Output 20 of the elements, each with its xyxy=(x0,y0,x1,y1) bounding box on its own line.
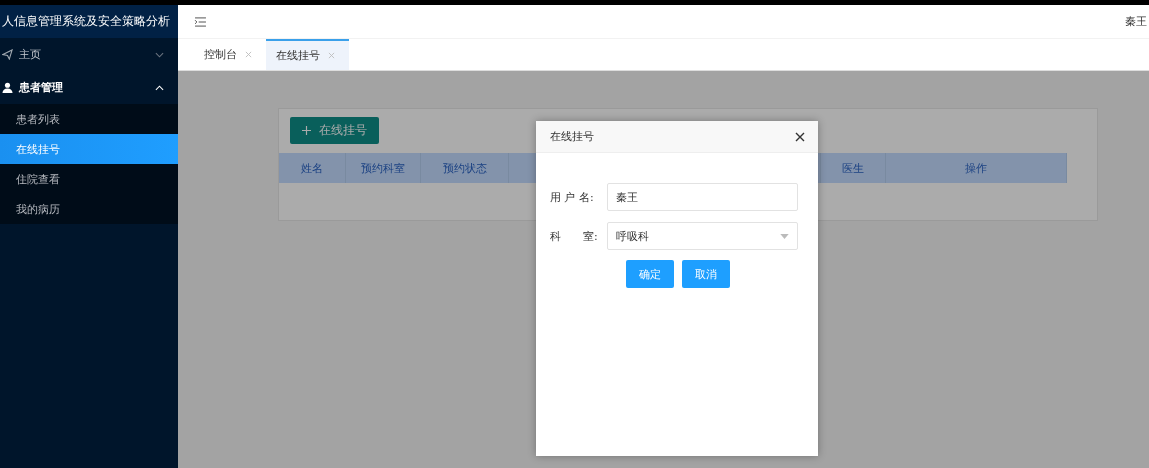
field-label: 科 室: xyxy=(550,228,599,244)
user-icon xyxy=(2,82,13,93)
submenu-item[interactable]: 患者列表 xyxy=(0,104,178,134)
close-icon[interactable] xyxy=(795,131,805,142)
tab[interactable]: 在线挂号 xyxy=(266,39,349,70)
app-title: 人信息管理系统及安全策略分析 xyxy=(0,5,178,38)
tab[interactable]: 控制台 xyxy=(178,39,266,70)
field-label: 用 户 名: xyxy=(550,189,595,205)
dialog-title: 在线挂号 xyxy=(550,129,594,144)
submenu-item[interactable]: 我的病历 xyxy=(0,194,178,224)
username-field[interactable]: 秦王 xyxy=(607,183,798,211)
menu-icon[interactable] xyxy=(194,16,207,27)
caret-icon xyxy=(780,233,789,239)
chevron-up-icon xyxy=(155,84,164,91)
send-icon xyxy=(2,49,13,60)
user-name[interactable]: 秦王 xyxy=(1125,14,1147,29)
chevron-down-icon xyxy=(155,51,164,58)
plus-icon xyxy=(302,126,311,135)
department-select[interactable]: 呼吸科 xyxy=(607,222,798,250)
submenu-item[interactable]: 住院查看 xyxy=(0,164,178,194)
